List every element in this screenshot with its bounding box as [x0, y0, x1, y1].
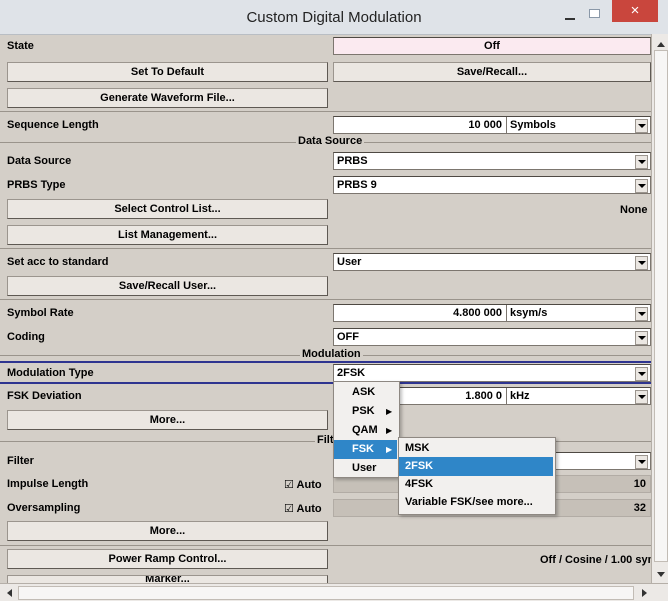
control-list-value: None [620, 204, 648, 216]
divider [0, 248, 651, 249]
modulation-type-select[interactable]: 2FSK [333, 364, 651, 382]
chevron-down-icon[interactable] [635, 331, 648, 345]
data-source-value: PRBS [337, 155, 368, 167]
symbol-rate-value: 4.800 000 [453, 307, 502, 319]
sequence-length-unit: Symbols [510, 119, 556, 131]
chevron-right-icon: ▶ [386, 445, 393, 454]
menu-item-qam[interactable]: QAM ▶ [334, 421, 397, 440]
maximize-icon[interactable] [587, 7, 601, 19]
prbs-type-select[interactable]: PRBS 9 [333, 176, 651, 194]
modulation-section-title: Modulation [300, 348, 363, 360]
save-recall-user-button[interactable]: Save/Recall User... [7, 276, 328, 296]
unit-separator [506, 117, 507, 133]
submenu-item-4fsk[interactable]: 4FSK [399, 475, 553, 494]
select-control-list-button[interactable]: Select Control List... [7, 199, 328, 219]
filter-more-button[interactable]: More... [7, 521, 328, 541]
divider [0, 545, 651, 546]
modulation-type-label: Modulation Type [7, 367, 94, 379]
generate-waveform-button[interactable]: Generate Waveform File... [7, 88, 328, 108]
symbol-rate-label: Symbol Rate [7, 307, 74, 319]
chevron-down-icon[interactable] [635, 390, 648, 404]
save-recall-button[interactable]: Save/Recall... [333, 62, 651, 82]
chevron-right-icon: ▶ [386, 407, 393, 416]
menu-item-user[interactable]: User [334, 459, 397, 478]
scroll-left-icon[interactable] [2, 585, 16, 599]
divider [0, 111, 651, 112]
set-to-default-button[interactable]: Set To Default [7, 62, 328, 82]
state-label: State [7, 40, 34, 52]
submenu-item-msk[interactable]: MSK [399, 439, 553, 458]
horizontal-scrollbar[interactable] [0, 583, 668, 601]
coding-select[interactable]: OFF [333, 328, 651, 346]
modulation-type-value: 2FSK [337, 367, 366, 379]
modulation-type-menu: ASK PSK ▶ QAM ▶ FSK ▶ User [333, 381, 400, 478]
impulse-length-value: 10 [633, 478, 646, 490]
vertical-scrollbar[interactable] [651, 34, 668, 583]
data-source-section-title: Data Source [296, 135, 365, 147]
scroll-up-icon[interactable] [653, 36, 668, 50]
scroll-thumb-horizontal[interactable] [18, 586, 634, 600]
coding-label: Coding [7, 331, 45, 343]
prbs-type-label: PRBS Type [7, 179, 66, 191]
submenu-item-2fsk[interactable]: 2FSK [399, 457, 553, 476]
chevron-down-icon[interactable] [635, 179, 648, 193]
chevron-down-icon[interactable] [635, 307, 648, 321]
unit-separator [506, 388, 507, 404]
sequence-length-label: Sequence Length [7, 119, 99, 131]
menu-item-psk[interactable]: PSK ▶ [334, 402, 397, 421]
scroll-down-icon[interactable] [653, 566, 668, 580]
list-management-button[interactable]: List Management... [7, 225, 328, 245]
title-bar: Custom Digital Modulation × [0, 0, 668, 35]
checkbox-checked-icon: ☑ [284, 503, 294, 515]
menu-item-psk-label: PSK [352, 405, 375, 417]
oversampling-auto-checkbox[interactable]: ☑ Auto [284, 502, 322, 515]
impulse-auto-checkbox[interactable]: ☑ Auto [284, 478, 322, 491]
chevron-down-icon[interactable] [635, 367, 648, 381]
chevron-down-icon[interactable] [635, 256, 648, 270]
prbs-type-value: PRBS 9 [337, 179, 377, 191]
data-source-label: Data Source [7, 155, 72, 167]
scroll-thumb[interactable] [654, 50, 668, 562]
set-acc-standard-select[interactable]: User [333, 253, 651, 271]
power-ramp-value: Off / Cosine / 1.00 sym [540, 554, 658, 566]
menu-item-ask[interactable]: ASK [334, 383, 397, 402]
close-icon[interactable]: × [612, 0, 658, 22]
focus-line-top [0, 361, 651, 363]
submenu-item-variable-fsk[interactable]: Variable FSK/see more... [399, 493, 553, 512]
modulation-more-button[interactable]: More... [7, 410, 328, 430]
fsk-deviation-unit: kHz [510, 390, 530, 402]
power-ramp-control-button[interactable]: Power Ramp Control... [7, 549, 328, 569]
menu-item-fsk-label: FSK [352, 443, 374, 455]
chevron-right-icon: ▶ [386, 426, 393, 435]
oversampling-value: 32 [633, 502, 646, 514]
impulse-length-label: Impulse Length [7, 478, 89, 490]
minimize-icon[interactable] [562, 8, 578, 22]
set-acc-standard-value: User [337, 256, 362, 268]
fsk-deviation-label: FSK Deviation [7, 390, 82, 402]
sequence-length-value: 10 000 [468, 119, 502, 131]
unit-separator [506, 305, 507, 321]
symbol-rate-field[interactable]: 4.800 000 ksym/s [333, 304, 651, 322]
menu-item-qam-label: QAM [352, 424, 378, 436]
fsk-submenu: MSK 2FSK 4FSK Variable FSK/see more... [398, 437, 556, 515]
oversampling-auto-label: Auto [296, 503, 322, 515]
menu-item-fsk[interactable]: FSK ▶ [334, 440, 397, 459]
state-toggle[interactable]: Off [333, 37, 651, 55]
focus-line-bottom [0, 382, 651, 384]
scroll-right-icon[interactable] [636, 585, 650, 599]
impulse-auto-label: Auto [296, 479, 322, 491]
chevron-down-icon[interactable] [635, 155, 648, 169]
oversampling-label: Oversampling [7, 502, 81, 514]
filter-label: Filter [7, 455, 34, 467]
set-acc-standard-label: Set acc to standard [7, 256, 109, 268]
chevron-down-icon[interactable] [635, 455, 648, 469]
coding-value: OFF [337, 331, 359, 343]
data-source-select[interactable]: PRBS [333, 152, 651, 170]
sequence-length-field[interactable]: 10 000 Symbols [333, 116, 651, 134]
symbol-rate-unit: ksym/s [510, 307, 548, 319]
divider [0, 299, 651, 300]
filter-select[interactable] [554, 452, 651, 470]
checkbox-checked-icon: ☑ [284, 479, 294, 491]
chevron-down-icon[interactable] [635, 119, 648, 133]
